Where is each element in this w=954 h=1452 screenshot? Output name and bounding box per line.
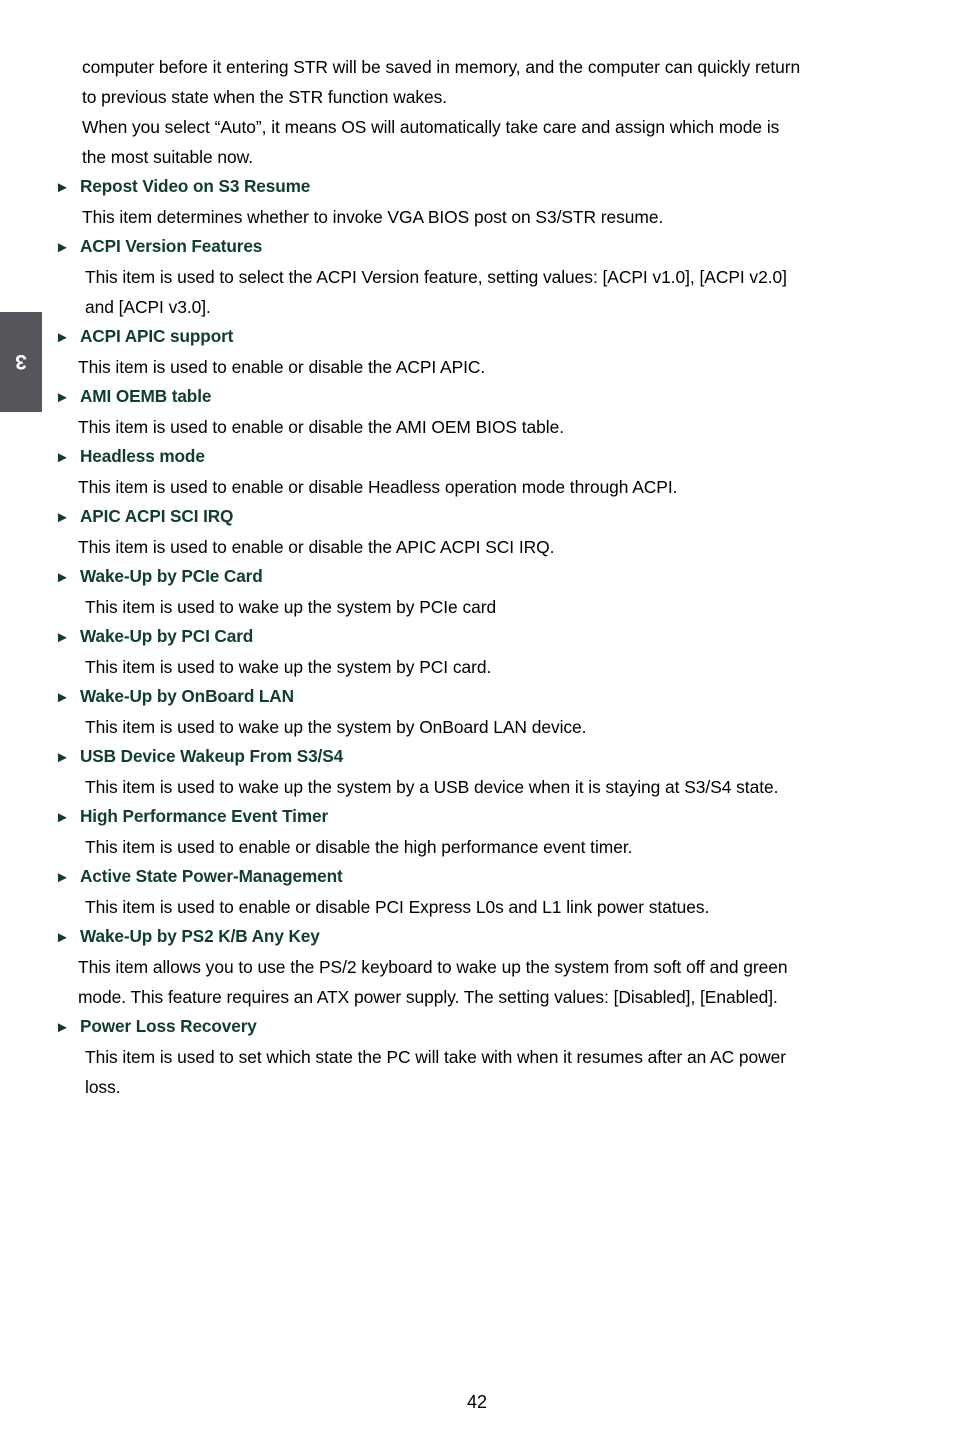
chapter-tab: 3 — [0, 312, 42, 412]
triangle-right-icon: ► — [55, 389, 70, 406]
bios-item-wake-up-by-ps2-kb-any-key: ► Wake-Up by PS2 K/B Any Key — [55, 922, 900, 952]
bios-item-active-state-power-management: ► Active State Power-Management — [55, 862, 900, 892]
page-content: computer before it entering STR will be … — [55, 52, 900, 1102]
bios-item-title: AMI OEMB table — [80, 386, 212, 406]
triangle-right-icon: ► — [55, 509, 70, 526]
triangle-right-icon: ► — [55, 449, 70, 466]
bios-item-headless-mode: ► Headless mode — [55, 442, 900, 472]
bios-item-title: USB Device Wakeup From S3/S4 — [80, 746, 344, 766]
bios-item-title: Wake-Up by PS2 K/B Any Key — [80, 926, 320, 946]
triangle-right-icon: ► — [55, 929, 70, 946]
triangle-right-icon: ► — [55, 809, 70, 826]
bios-item-description: This item determines whether to invoke V… — [82, 207, 664, 227]
intro-line: When you select “Auto”, it means OS will… — [82, 117, 780, 137]
triangle-right-icon: ► — [55, 569, 70, 586]
triangle-right-icon: ► — [55, 689, 70, 706]
bios-item-title: Wake-Up by PCI Card — [80, 626, 254, 646]
bios-item-wake-up-by-pci-card: ► Wake-Up by PCI Card — [55, 622, 900, 652]
bios-item-acpi-apic-support: ► ACPI APIC support — [55, 322, 900, 352]
bios-item-title: ACPI Version Features — [80, 236, 263, 256]
bios-item-description: This item is used to enable or disable P… — [85, 897, 710, 917]
bios-item-description: This item is used to wake up the system … — [85, 717, 587, 737]
triangle-right-icon: ► — [55, 329, 70, 346]
triangle-right-icon: ► — [55, 749, 70, 766]
bios-item-title: Wake-Up by PCIe Card — [80, 566, 263, 586]
bios-item-description: This item is used to enable or disable t… — [85, 837, 633, 857]
triangle-right-icon: ► — [55, 629, 70, 646]
bios-item-title: APIC ACPI SCI IRQ — [80, 506, 234, 526]
bios-item-title: Active State Power-Management — [80, 866, 343, 886]
bios-item-repost-video-on-s3-resume: ► Repost Video on S3 Resume — [55, 172, 900, 202]
chapter-tab-number: 3 — [15, 350, 27, 374]
bios-item-description: This item is used to enable or disable t… — [78, 357, 486, 377]
bios-item-title: High Performance Event Timer — [80, 806, 329, 826]
bios-item-title: Power Loss Recovery — [80, 1016, 257, 1036]
intro-line: the most suitable now. — [82, 147, 253, 167]
bios-item-acpi-version-features: ► ACPI Version Features — [55, 232, 900, 262]
bios-item-description: This item is used to enable or disable t… — [78, 537, 555, 557]
triangle-right-icon: ► — [55, 869, 70, 886]
bios-item-power-loss-recovery: ► Power Loss Recovery — [55, 1012, 900, 1042]
intro-line: computer before it entering STR will be … — [82, 57, 801, 77]
bios-item-title: Wake-Up by OnBoard LAN — [80, 686, 294, 706]
bios-item-title: ACPI APIC support — [80, 326, 234, 346]
bios-item-description: mode. This feature requires an ATX power… — [78, 987, 778, 1007]
bios-item-description: and [ACPI v3.0]. — [85, 297, 211, 317]
bios-item-description: This item is used to select the ACPI Ver… — [85, 267, 787, 287]
bios-item-description: This item is used to wake up the system … — [85, 777, 779, 797]
bios-item-title: Repost Video on S3 Resume — [80, 176, 311, 196]
bios-item-usb-device-wakeup-from-s3-s4: ► USB Device Wakeup From S3/S4 — [55, 742, 900, 772]
bios-item-description: This item is used to set which state the… — [85, 1047, 786, 1067]
bios-item-wake-up-by-pcie-card: ► Wake-Up by PCIe Card — [55, 562, 900, 592]
triangle-right-icon: ► — [55, 1019, 70, 1036]
bios-item-description: This item allows you to use the PS/2 key… — [78, 957, 788, 977]
manual-page: 3 computer before it entering STR will b… — [0, 0, 954, 1452]
bios-item-apic-acpi-sci-irq: ► APIC ACPI SCI IRQ — [55, 502, 900, 532]
bios-item-high-performance-event-timer: ► High Performance Event Timer — [55, 802, 900, 832]
bios-item-description: This item is used to enable or disable H… — [78, 477, 678, 497]
bios-item-description: This item is used to enable or disable t… — [78, 417, 565, 437]
bios-item-description: This item is used to wake up the system … — [85, 597, 497, 617]
bios-item-ami-oemb-table: ► AMI OEMB table — [55, 382, 900, 412]
triangle-right-icon: ► — [55, 179, 70, 196]
page-number: 42 — [466, 1392, 488, 1412]
intro-paragraph: computer before it entering STR will be … — [55, 52, 900, 172]
bios-item-description: This item is used to wake up the system … — [85, 657, 492, 677]
bios-item-wake-up-by-onboard-lan: ► Wake-Up by OnBoard LAN — [55, 682, 900, 712]
bios-item-title: Headless mode — [80, 446, 205, 466]
intro-line: to previous state when the STR function … — [82, 87, 448, 107]
bios-item-description: loss. — [85, 1077, 121, 1097]
triangle-right-icon: ► — [55, 239, 70, 256]
